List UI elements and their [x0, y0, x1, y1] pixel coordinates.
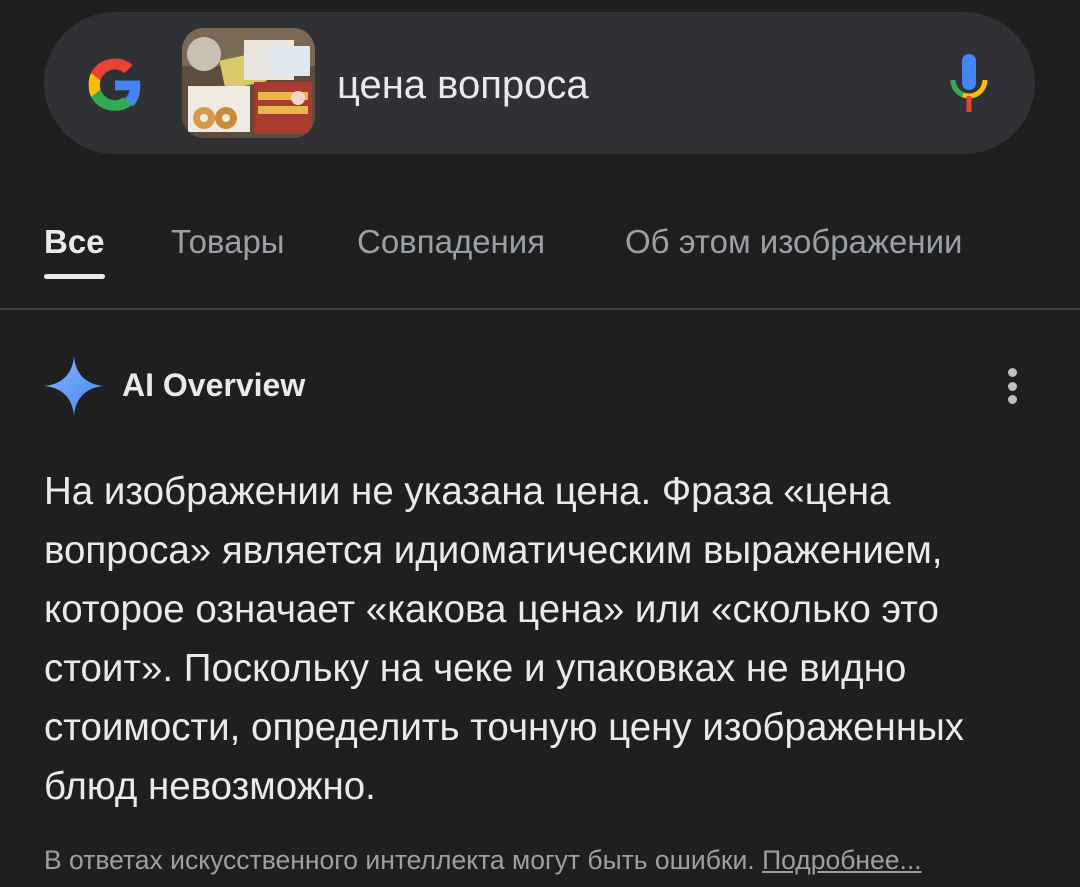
tab-about-image[interactable]: Об этом изображении	[625, 222, 962, 262]
more-vert-icon[interactable]	[996, 366, 1028, 406]
active-tab-indicator	[44, 274, 105, 279]
disclaimer-text: В ответах искусственного интеллекта могу…	[44, 845, 755, 875]
tab-all[interactable]: Все	[44, 222, 105, 262]
ai-overview-title: AI Overview	[122, 367, 306, 403]
tab-matches[interactable]: Совпадения	[357, 222, 545, 262]
page: цена вопроса Все Товары Совпадения Об эт…	[0, 0, 1080, 887]
search-query[interactable]: цена вопроса	[337, 62, 589, 108]
image-thumbnail[interactable]	[182, 28, 315, 138]
learn-more-link[interactable]: Подробнее...	[762, 845, 922, 875]
ai-disclaimer: В ответах искусственного интеллекта могу…	[44, 842, 1074, 878]
tab-products[interactable]: Товары	[171, 222, 285, 262]
google-g-icon[interactable]	[84, 54, 146, 116]
ai-sparkle-icon	[44, 356, 104, 416]
food-photo	[182, 28, 315, 138]
tab-bar: Все Товары Совпадения Об этом изображени…	[0, 214, 1080, 310]
ai-overview-text: На изображении не указана цена. Фраза «ц…	[44, 470, 964, 808]
mic-icon[interactable]	[948, 54, 990, 114]
tabs-divider	[0, 308, 1080, 310]
